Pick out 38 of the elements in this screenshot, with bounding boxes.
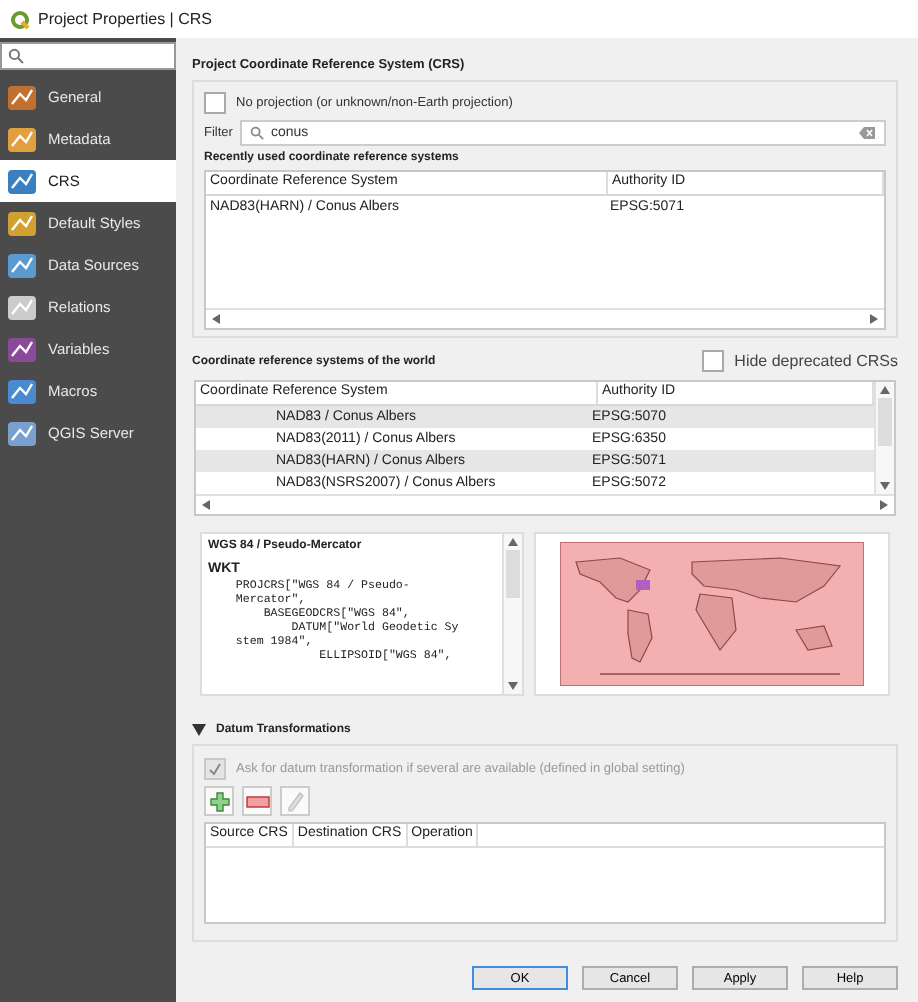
scrollbar[interactable]: [502, 534, 522, 694]
scroll-right-icon[interactable]: [880, 500, 888, 510]
scrollbar-thumb[interactable]: [878, 398, 892, 446]
scroll-right-icon[interactable]: [870, 314, 878, 324]
scrollbar[interactable]: [206, 308, 884, 328]
scroll-down-icon[interactable]: [508, 682, 518, 690]
collapse-arrow-icon[interactable]: [192, 724, 206, 736]
category-icon: [6, 335, 38, 363]
scrollbar[interactable]: [196, 494, 894, 514]
scroll-down-icon[interactable]: [880, 482, 890, 490]
checkbox[interactable]: [204, 92, 226, 114]
app-logo-icon: [10, 9, 30, 29]
search-field[interactable]: [0, 42, 176, 70]
search-icon: [8, 48, 24, 64]
category-icon: [6, 125, 38, 153]
checkbox[interactable]: [702, 350, 725, 372]
search-icon: [250, 126, 265, 140]
pencil-icon: [287, 791, 303, 811]
scrollbar[interactable]: [874, 382, 894, 494]
category-icon: [6, 83, 38, 111]
checkbox-label: Hide deprecated CRSs: [734, 352, 898, 370]
category-icon: [6, 251, 38, 279]
minus-icon: [245, 795, 269, 807]
scroll-up-icon[interactable]: [508, 538, 518, 546]
category-icon: [6, 377, 38, 405]
add-button[interactable]: [204, 786, 234, 816]
category-icon: [6, 419, 38, 447]
category-icon: [6, 209, 38, 237]
clear-icon[interactable]: [858, 126, 876, 140]
category-icon: [6, 167, 38, 195]
remove-button[interactable]: [242, 786, 272, 816]
category-icon: [6, 293, 38, 321]
scrollbar-thumb[interactable]: [506, 550, 520, 598]
scroll-left-icon[interactable]: [202, 500, 210, 510]
scroll-up-icon[interactable]: [880, 386, 890, 394]
window-title: Project Properties | CRS: [38, 10, 212, 28]
scroll-left-icon[interactable]: [212, 314, 220, 324]
plus-icon: [209, 791, 229, 811]
